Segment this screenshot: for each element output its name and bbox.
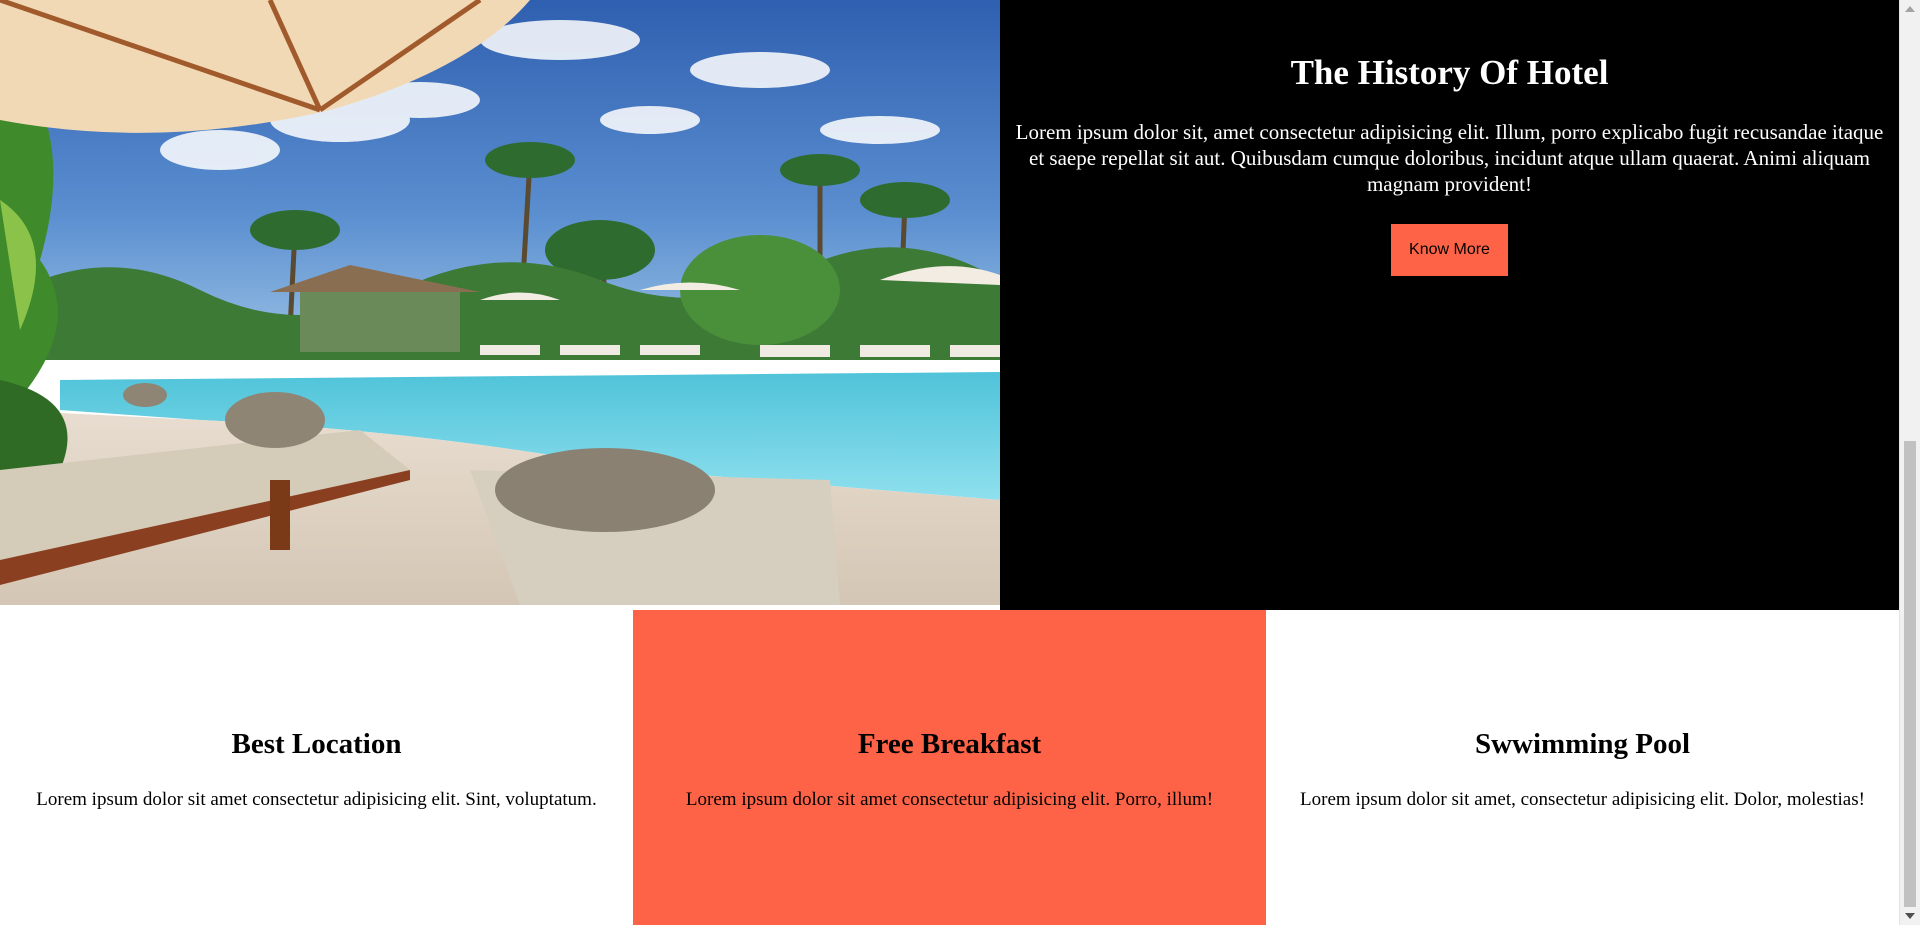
history-panel: The History Of Hotel Lorem ipsum dolor s… <box>1000 0 1899 610</box>
know-more-button[interactable]: Know More <box>1391 224 1508 276</box>
page-content: The History Of Hotel Lorem ipsum dolor s… <box>0 0 1899 925</box>
page: The History Of Hotel Lorem ipsum dolor s… <box>0 0 1920 925</box>
history-description: Lorem ipsum dolor sit, amet consectetur … <box>1015 120 1884 196</box>
history-section: The History Of Hotel Lorem ipsum dolor s… <box>0 0 1899 610</box>
feature-title: Free Breakfast <box>857 728 1042 760</box>
feature-description: Lorem ipsum dolor sit amet consectetur a… <box>36 789 597 810</box>
features-section: Best Location Lorem ipsum dolor sit amet… <box>0 610 1899 925</box>
scrollbar-thumb[interactable] <box>1904 441 1916 907</box>
arrow-down-icon[interactable] <box>1905 913 1915 919</box>
feature-free-breakfast: Free Breakfast Lorem ipsum dolor sit ame… <box>633 610 1266 925</box>
feature-description: Lorem ipsum dolor sit amet, consectetur … <box>1300 789 1865 810</box>
arrow-up-icon[interactable] <box>1905 6 1915 12</box>
feature-title: Swwimming Pool <box>1474 728 1691 760</box>
feature-swimming-pool: Swwimming Pool Lorem ipsum dolor sit ame… <box>1266 610 1899 925</box>
feature-description: Lorem ipsum dolor sit amet consectetur a… <box>685 789 1214 810</box>
feature-best-location: Best Location Lorem ipsum dolor sit amet… <box>0 610 633 925</box>
history-title: The History Of Hotel <box>1290 53 1609 92</box>
hotel-pool-image <box>0 0 1000 605</box>
vertical-scrollbar[interactable] <box>1899 0 1920 925</box>
feature-title: Best Location <box>231 728 402 760</box>
